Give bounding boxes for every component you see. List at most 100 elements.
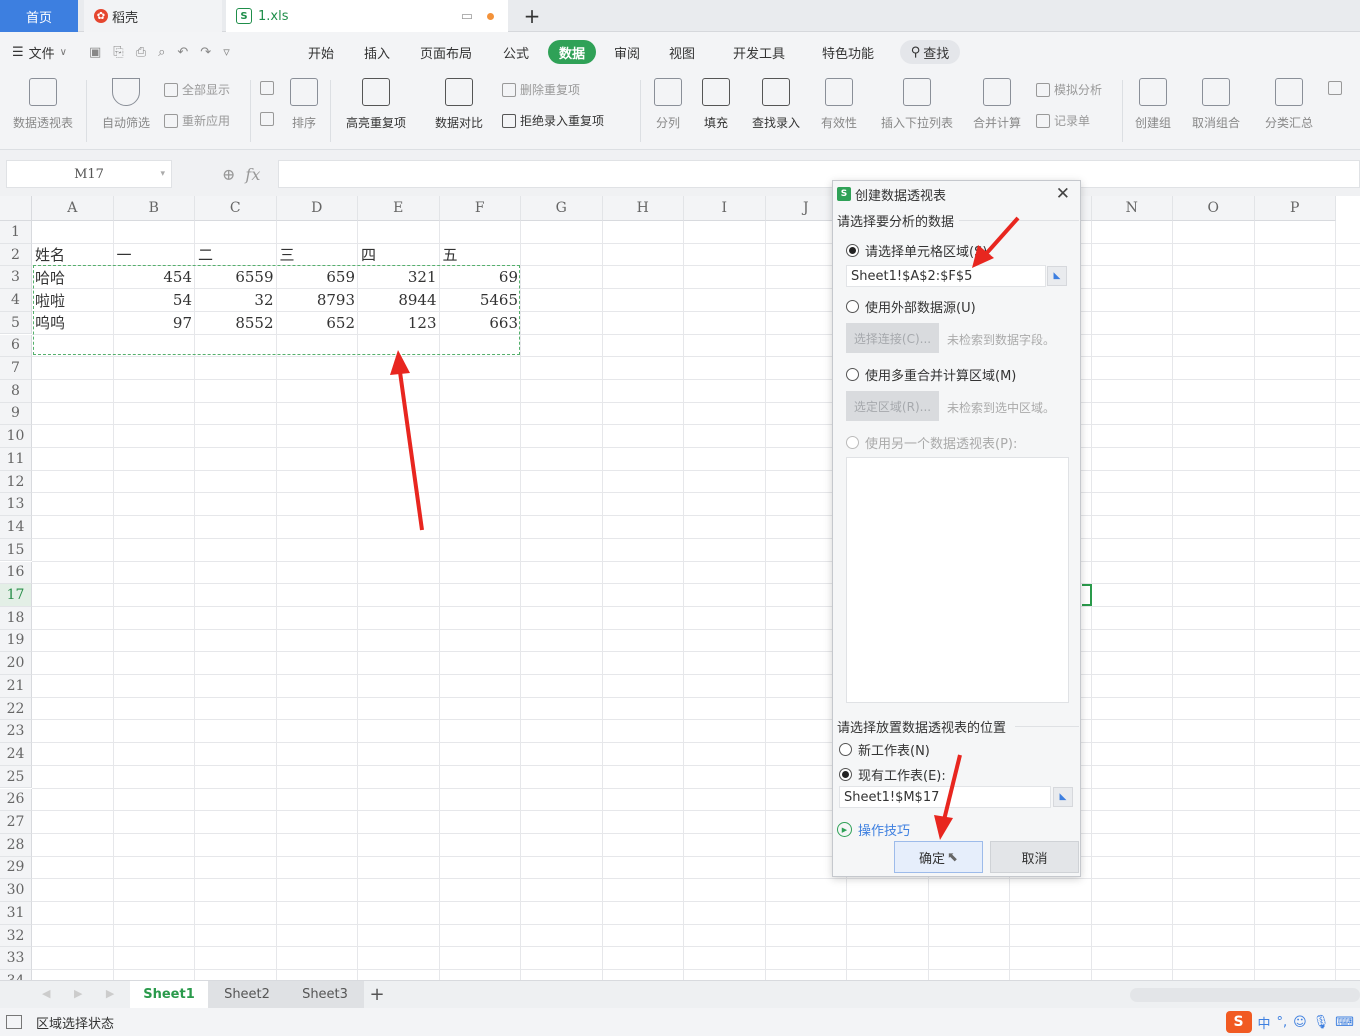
- collapse-range-button[interactable]: ◣: [1047, 266, 1067, 286]
- microphone-icon[interactable]: 🎙: [1313, 1015, 1330, 1030]
- row-header[interactable]: 31: [0, 902, 32, 925]
- radio-existing-sheet[interactable]: 现有工作表(E):: [839, 765, 946, 784]
- row-header[interactable]: 28: [0, 833, 32, 857]
- radio-new-sheet[interactable]: 新工作表(N): [839, 740, 930, 759]
- zoom-icon[interactable]: ⊕: [222, 165, 235, 184]
- horizontal-scrollbar[interactable]: [1130, 988, 1360, 1002]
- column-header[interactable]: I: [684, 196, 766, 221]
- table-cell[interactable]: 二: [195, 244, 277, 266]
- create-group-button[interactable]: 创建组: [1130, 72, 1176, 131]
- row-header[interactable]: 27: [0, 811, 32, 834]
- tab-home[interactable]: 首页: [0, 0, 78, 32]
- ime-language[interactable]: 中: [1258, 1013, 1271, 1032]
- split-column-button[interactable]: 分列: [648, 72, 688, 131]
- row-header[interactable]: 26: [0, 788, 32, 812]
- column-header[interactable]: N: [1091, 196, 1173, 221]
- remove-duplicates-button[interactable]: 删除重复项: [502, 81, 580, 98]
- row-header[interactable]: 2: [0, 243, 32, 267]
- undo-icon[interactable]: ↶: [177, 45, 188, 60]
- record-form-button[interactable]: 记录单: [1036, 112, 1090, 129]
- row-header[interactable]: 34: [0, 970, 32, 980]
- column-header[interactable]: D: [276, 196, 358, 221]
- column-header[interactable]: E: [358, 196, 440, 221]
- row-header[interactable]: 11: [0, 448, 32, 471]
- more-ribbon-button[interactable]: [1328, 81, 1342, 95]
- row-header[interactable]: 14: [0, 516, 32, 539]
- new-tab-button[interactable]: +: [520, 0, 544, 32]
- cancel-button[interactable]: 取消: [990, 841, 1079, 873]
- sheet-nav-arrows-icon[interactable]: ◀ ▶ ▶: [42, 987, 124, 1000]
- customize-icon[interactable]: ▿: [223, 45, 230, 60]
- row-header[interactable]: 13: [0, 493, 32, 517]
- subtotal-button[interactable]: 分类汇总: [1260, 72, 1318, 131]
- menu-home[interactable]: 开始: [308, 32, 334, 72]
- table-cell[interactable]: 三: [277, 244, 359, 266]
- show-all-button[interactable]: 全部显示: [164, 81, 230, 98]
- row-header[interactable]: 32: [0, 924, 32, 948]
- menu-review[interactable]: 审阅: [614, 32, 640, 72]
- column-header[interactable]: F: [439, 196, 521, 221]
- column-header[interactable]: B: [113, 196, 195, 221]
- column-header[interactable]: A: [32, 196, 114, 221]
- column-header[interactable]: C: [195, 196, 277, 221]
- search-button[interactable]: ⚲ 查找: [900, 40, 960, 64]
- pivot-list-box[interactable]: [846, 457, 1069, 703]
- emoji-icon[interactable]: ☺: [1293, 1015, 1307, 1030]
- row-header[interactable]: 17: [0, 584, 32, 607]
- ok-button[interactable]: 确定 ⬉: [894, 841, 983, 873]
- radio-multi-consolidate[interactable]: 使用多重合并计算区域(M): [846, 365, 1016, 384]
- lookup-entry-button[interactable]: 查找录入: [746, 72, 806, 131]
- row-header[interactable]: 21: [0, 675, 32, 698]
- column-header[interactable]: H: [602, 196, 684, 221]
- row-header[interactable]: 15: [0, 538, 32, 562]
- sort-az-button[interactable]: [260, 81, 274, 95]
- redo-icon[interactable]: ↷: [200, 45, 211, 60]
- data-compare-button[interactable]: 数据对比: [426, 72, 492, 131]
- radio-external-source[interactable]: 使用外部数据源(U): [846, 297, 976, 316]
- menu-data[interactable]: 数据: [548, 40, 597, 64]
- table-cell[interactable]: 五: [440, 244, 522, 266]
- row-header[interactable]: 29: [0, 856, 32, 880]
- menu-view[interactable]: 视图: [669, 32, 695, 72]
- export-icon[interactable]: ⎘: [113, 45, 123, 60]
- add-sheet-button[interactable]: +: [366, 981, 388, 1008]
- sheet-tab-sheet1[interactable]: Sheet1: [130, 981, 208, 1008]
- location-input[interactable]: Sheet1!$M$17: [839, 786, 1051, 808]
- radio-other-pivot[interactable]: 使用另一个数据透视表(P):: [846, 433, 1017, 452]
- row-header[interactable]: 19: [0, 629, 32, 653]
- row-header[interactable]: 24: [0, 743, 32, 766]
- row-header[interactable]: 5: [0, 311, 32, 335]
- row-header[interactable]: 1: [0, 221, 32, 244]
- row-header[interactable]: 23: [0, 720, 32, 744]
- collapse-location-button[interactable]: ◣: [1053, 787, 1073, 807]
- row-header[interactable]: 9: [0, 402, 32, 426]
- range-input[interactable]: Sheet1!$A$2:$F$5: [846, 265, 1046, 287]
- row-header[interactable]: 10: [0, 425, 32, 448]
- row-header[interactable]: 3: [0, 266, 32, 290]
- menu-formula[interactable]: 公式: [503, 32, 529, 72]
- row-header[interactable]: 30: [0, 879, 32, 902]
- row-header[interactable]: 8: [0, 379, 32, 403]
- column-header[interactable]: G: [521, 196, 603, 221]
- autofilter-button[interactable]: 自动筛选: [98, 72, 154, 131]
- row-header[interactable]: 12: [0, 470, 32, 494]
- what-if-button[interactable]: 模拟分析: [1036, 81, 1102, 98]
- ungroup-button[interactable]: 取消组合: [1184, 72, 1248, 131]
- insert-dropdown-button[interactable]: 插入下拉列表: [874, 72, 960, 131]
- menu-developer[interactable]: 开发工具: [733, 32, 785, 72]
- row-header[interactable]: 20: [0, 652, 32, 675]
- tips-link[interactable]: ▶ 操作技巧: [837, 820, 910, 839]
- row-header[interactable]: 16: [0, 561, 32, 585]
- table-cell[interactable]: 姓名: [32, 244, 114, 266]
- tab-daoke[interactable]: ✿ 稻壳: [84, 0, 222, 32]
- sheet-tab-sheet3[interactable]: Sheet3: [286, 981, 364, 1008]
- row-header[interactable]: 7: [0, 357, 32, 380]
- highlight-duplicates-button[interactable]: 高亮重复项: [336, 72, 416, 131]
- table-cell[interactable]: 四: [358, 244, 440, 266]
- row-header[interactable]: 18: [0, 606, 32, 630]
- pivot-table-button[interactable]: 数据透视表: [8, 72, 78, 131]
- row-header[interactable]: 25: [0, 765, 32, 789]
- file-menu[interactable]: ☰ 文件 ∨: [12, 43, 67, 62]
- name-box[interactable]: M17 ▾: [6, 160, 172, 188]
- active-cell[interactable]: [1082, 584, 1092, 607]
